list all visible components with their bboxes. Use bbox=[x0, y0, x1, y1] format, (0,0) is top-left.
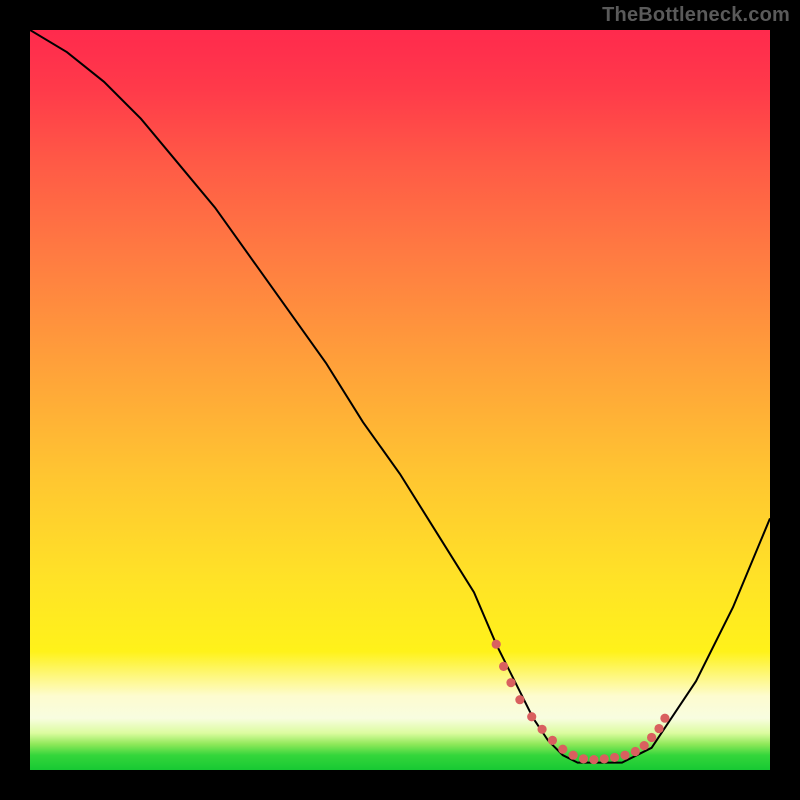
optimal-dot bbox=[492, 640, 501, 649]
optimal-dot bbox=[620, 751, 629, 760]
optimal-dot bbox=[631, 747, 640, 756]
optimal-dot bbox=[610, 753, 619, 762]
chart-svg bbox=[30, 30, 770, 770]
optimal-dot bbox=[537, 725, 546, 734]
plot-area bbox=[30, 30, 770, 770]
optimal-dot bbox=[654, 724, 663, 733]
bottleneck-curve bbox=[30, 30, 770, 763]
optimal-dot bbox=[558, 745, 567, 754]
chart-frame: TheBottleneck.com bbox=[0, 0, 800, 800]
optimal-range-dots bbox=[492, 640, 670, 765]
optimal-dot bbox=[589, 755, 598, 764]
optimal-dot bbox=[499, 662, 508, 671]
optimal-dot bbox=[569, 751, 578, 760]
optimal-dot bbox=[515, 695, 524, 704]
optimal-dot bbox=[506, 678, 515, 687]
optimal-dot bbox=[640, 741, 649, 750]
optimal-dot bbox=[600, 754, 609, 763]
optimal-dot bbox=[660, 714, 669, 723]
optimal-dot bbox=[548, 736, 557, 745]
optimal-dot bbox=[527, 712, 536, 721]
optimal-dot bbox=[579, 754, 588, 763]
watermark-label: TheBottleneck.com bbox=[602, 4, 790, 27]
optimal-dot bbox=[647, 733, 656, 742]
